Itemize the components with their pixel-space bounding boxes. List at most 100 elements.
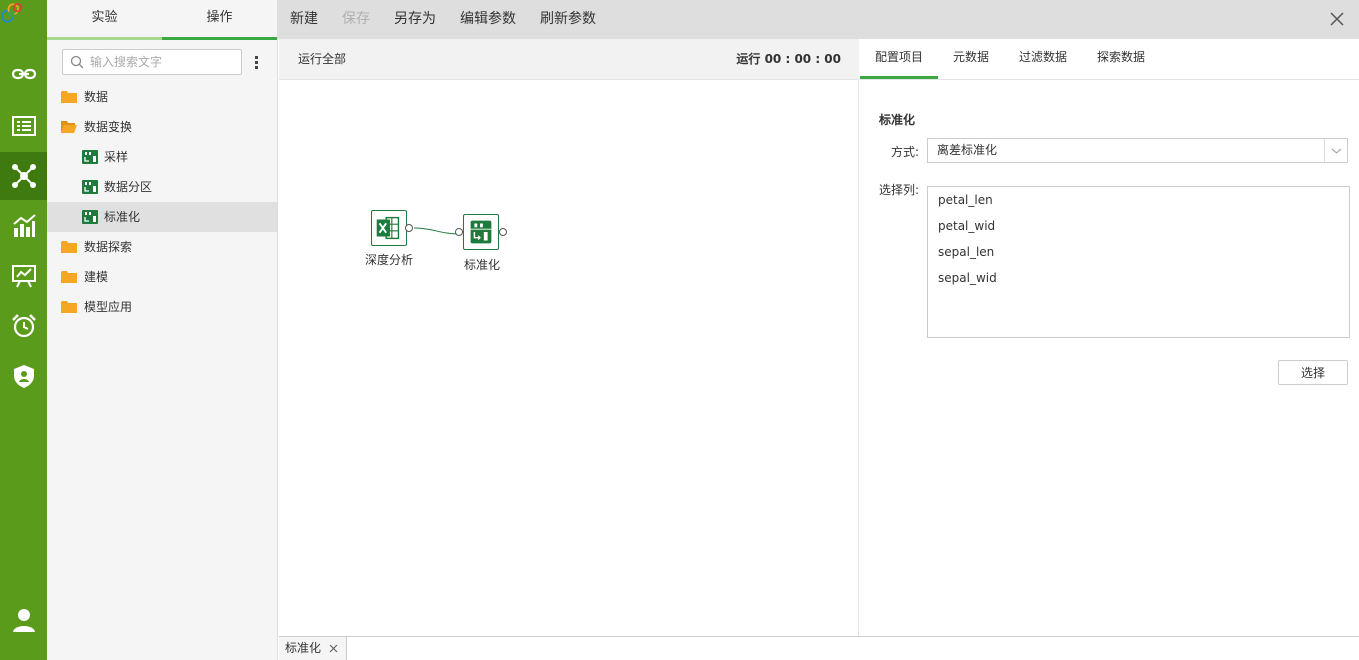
columns-list[interactable]: petal_len petal_wid sepal_len sepal_wid xyxy=(927,186,1350,338)
node-box xyxy=(463,214,499,250)
node-deep-analysis[interactable] xyxy=(371,210,417,248)
rail-presentation[interactable] xyxy=(0,252,47,300)
shield-icon xyxy=(13,365,34,388)
folder-icon xyxy=(61,301,77,313)
alarm-clock-icon xyxy=(11,314,36,338)
node-label: 深度分析 xyxy=(365,253,414,267)
rail-chart[interactable] xyxy=(0,202,47,250)
tree-folder-model-apply[interactable]: 模型应用 xyxy=(47,292,277,322)
dropdown-arrow[interactable] xyxy=(1324,139,1347,162)
app-rail xyxy=(0,0,47,660)
more-dot xyxy=(254,60,258,64)
network-icon xyxy=(11,164,36,188)
transform-node-icon xyxy=(82,150,98,164)
node-normalize[interactable] xyxy=(455,214,511,252)
more-dot xyxy=(254,55,258,59)
bottom-tab-strip: 标准化 xyxy=(279,636,1359,660)
run-all-button[interactable]: 运行全部 xyxy=(298,39,346,80)
close-icon[interactable] xyxy=(329,644,338,653)
tree-item-label: 建模 xyxy=(84,270,109,284)
more-menu-button[interactable] xyxy=(249,52,263,72)
workflow-canvas[interactable]: 深度分析 标准化 xyxy=(279,80,859,636)
transform-node-icon xyxy=(82,210,98,224)
operations-tree-panel: 实验 操作 数据 数据变换 xyxy=(47,0,278,660)
columns-label: 选择列: xyxy=(879,183,920,197)
search-row xyxy=(47,40,277,82)
input-port[interactable] xyxy=(455,228,463,236)
node-connection xyxy=(413,227,461,235)
rail-alarm[interactable] xyxy=(0,302,47,350)
connection-layer xyxy=(413,227,461,235)
normalize-icon xyxy=(470,220,492,244)
tree-folder-modeling[interactable]: 建模 xyxy=(47,262,277,292)
tree-item-label: 数据 xyxy=(84,90,109,104)
tab-filter-data[interactable]: 过滤数据 xyxy=(1012,39,1074,79)
bottom-tab-normalize[interactable]: 标准化 xyxy=(279,637,347,660)
refresh-params-button[interactable]: 刷新参数 xyxy=(540,0,596,39)
search-input[interactable] xyxy=(90,50,238,74)
link-icon xyxy=(11,68,36,80)
tree-folder-data[interactable]: 数据 xyxy=(47,82,277,112)
canvas-header: 运行全部 运行 00 : 00 : 00 xyxy=(279,39,859,80)
method-label: 方式: xyxy=(891,145,920,159)
list-item[interactable]: sepal_len xyxy=(938,245,994,259)
node-label: 标准化 xyxy=(464,258,501,272)
presentation-icon xyxy=(11,265,36,288)
tab-explore-data[interactable]: 探索数据 xyxy=(1090,39,1152,79)
tree-node-normalize[interactable]: 标准化 xyxy=(47,202,277,232)
tree-folder-explore[interactable]: 数据探索 xyxy=(47,232,277,262)
tree-item-label: 采样 xyxy=(104,150,129,164)
search-icon xyxy=(70,55,84,69)
list-item[interactable]: petal_wid xyxy=(938,219,995,233)
save-button[interactable]: 保存 xyxy=(342,0,370,39)
select-columns-button[interactable]: 选择 xyxy=(1278,360,1348,385)
method-value: 离差标准化 xyxy=(937,143,998,157)
save-as-button[interactable]: 另存为 xyxy=(394,0,436,39)
rail-user[interactable] xyxy=(0,596,47,644)
output-port[interactable] xyxy=(499,228,507,236)
close-icon[interactable] xyxy=(1329,11,1345,27)
transform-node-icon xyxy=(82,180,98,194)
list-icon xyxy=(11,116,36,136)
tree-item-label: 数据探索 xyxy=(84,240,133,254)
search-box xyxy=(62,49,242,75)
tree-item-label: 模型应用 xyxy=(84,300,133,314)
rail-list[interactable] xyxy=(0,102,47,150)
run-timer: 运行 00 : 00 : 00 xyxy=(736,52,841,66)
tree-tabs: 实验 操作 xyxy=(47,0,277,40)
rail-link[interactable] xyxy=(0,50,47,98)
tree-item-label: 数据分区 xyxy=(104,180,153,194)
edit-params-button[interactable]: 编辑参数 xyxy=(460,0,516,39)
bottom-tab-label: 标准化 xyxy=(285,641,322,655)
method-select[interactable]: 离差标准化 xyxy=(927,138,1348,163)
tree-node-partition[interactable]: 数据分区 xyxy=(47,172,277,202)
list-item[interactable]: sepal_wid xyxy=(938,271,997,285)
logo-icon xyxy=(1,2,23,23)
tree-item-label: 标准化 xyxy=(104,210,141,224)
app-logo xyxy=(0,0,47,48)
tree-node-sampling[interactable]: 采样 xyxy=(47,142,277,172)
new-button[interactable]: 新建 xyxy=(290,0,318,39)
properties-tabs: 配置项目 元数据 过滤数据 探索数据 xyxy=(860,39,1359,80)
folder-icon xyxy=(61,241,77,253)
section-title: 标准化 xyxy=(879,113,916,127)
tree-item-label: 数据变换 xyxy=(84,120,133,134)
more-dot xyxy=(254,65,258,69)
main-toolbar: 新建 保存 另存为 编辑参数 刷新参数 xyxy=(278,0,1359,39)
folder-icon xyxy=(61,271,77,283)
rail-security[interactable] xyxy=(0,352,47,400)
excel-icon xyxy=(376,216,400,240)
folder-icon xyxy=(61,91,77,103)
folder-open-icon xyxy=(61,121,77,133)
chart-icon xyxy=(12,214,36,237)
chevron-down-icon xyxy=(1331,148,1342,154)
list-item[interactable]: petal_len xyxy=(938,193,993,207)
tab-metadata[interactable]: 元数据 xyxy=(946,39,996,79)
tab-operations[interactable]: 操作 xyxy=(162,0,277,40)
node-box xyxy=(371,210,407,246)
tab-experiment[interactable]: 实验 xyxy=(47,0,162,40)
output-port[interactable] xyxy=(405,224,413,232)
tree-folder-data-transform[interactable]: 数据变换 xyxy=(47,112,277,142)
rail-network[interactable] xyxy=(0,152,47,200)
tab-config[interactable]: 配置项目 xyxy=(860,39,938,79)
